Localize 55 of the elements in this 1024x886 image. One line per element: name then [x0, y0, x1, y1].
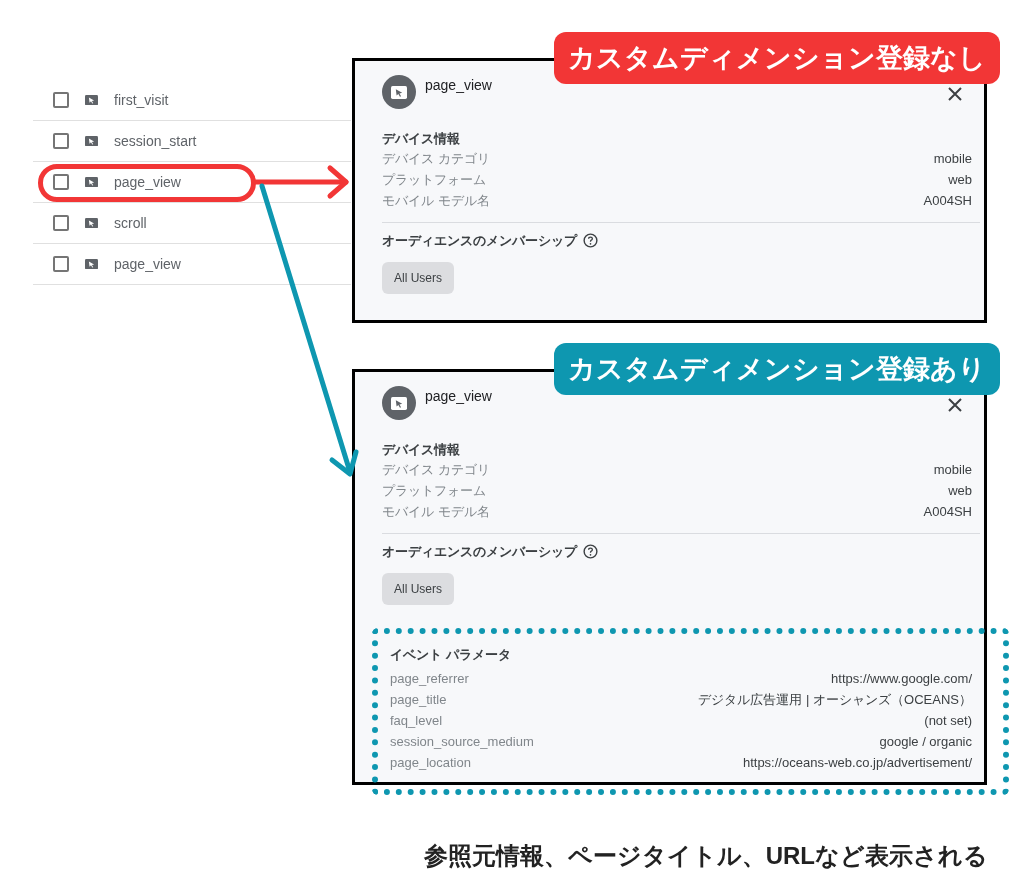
param-value: https://oceans-web.co.jp/advertisement/: [742, 754, 972, 773]
param-name: page_referrer: [390, 670, 469, 689]
cursor-icon: [85, 258, 98, 270]
param-value: (not set): [924, 712, 972, 731]
audience-chip: All Users: [382, 262, 454, 294]
cursor-icon: [85, 217, 98, 229]
panel-label: カスタムディメンション登録なし: [554, 32, 1000, 84]
cursor-icon: [85, 176, 98, 188]
cursor-icon: [85, 135, 98, 147]
section-heading: オーディエンスのメンバーシップ: [382, 231, 577, 250]
row-label: プラットフォーム: [382, 482, 486, 501]
row-value: mobile: [933, 150, 972, 169]
caption: 参照元情報、ページタイトル、URLなど表示される: [423, 841, 988, 871]
panel-title: page_view: [425, 76, 492, 95]
section-heading: デバイス情報: [382, 441, 461, 459]
event-name[interactable]: page_view: [114, 253, 181, 275]
close-icon[interactable]: [948, 87, 962, 101]
checkbox[interactable]: [53, 215, 69, 231]
param-name: page_title: [390, 691, 447, 710]
section-heading: デバイス情報: [382, 130, 461, 148]
help-icon[interactable]: [583, 543, 598, 559]
row-value: web: [948, 482, 972, 501]
checkbox[interactable]: [53, 174, 69, 190]
event-icon: [382, 386, 416, 420]
section-heading: オーディエンスのメンバーシップ: [382, 542, 577, 561]
param-value: https://www.google.com/: [831, 670, 972, 689]
row-value: mobile: [933, 461, 972, 480]
event-name[interactable]: first_visit: [114, 89, 169, 111]
row-label: デバイス カテゴリ: [382, 461, 490, 480]
cursor-icon: [85, 94, 98, 106]
section-heading: イベント パラメータ: [390, 646, 512, 664]
row-value: web: [948, 171, 972, 190]
panel-title: page_view: [425, 387, 492, 406]
checkbox[interactable]: [53, 92, 69, 108]
panel-label: カスタムディメンション登録あり: [554, 343, 1000, 395]
param-name: session_source_medium: [390, 733, 534, 752]
event-name[interactable]: page_view: [114, 171, 181, 193]
row-label: プラットフォーム: [382, 171, 486, 190]
event-name[interactable]: scroll: [114, 212, 147, 234]
event-name[interactable]: session_start: [114, 130, 197, 152]
param-name: page_location: [390, 754, 471, 773]
close-icon[interactable]: [948, 398, 962, 412]
row-label: モバイル モデル名: [382, 503, 490, 522]
row-label: モバイル モデル名: [382, 192, 490, 211]
row-value: A004SH: [923, 503, 972, 522]
event-icon: [382, 75, 416, 109]
row-label: デバイス カテゴリ: [382, 150, 490, 169]
help-icon[interactable]: [583, 232, 598, 248]
param-value: デジタル広告運用 | オーシャンズ（OCEANS）: [698, 691, 972, 710]
checkbox[interactable]: [53, 256, 69, 272]
checkbox[interactable]: [53, 133, 69, 149]
row-value: A004SH: [923, 192, 972, 211]
param-name: faq_level: [390, 712, 443, 731]
audience-chip: All Users: [382, 573, 454, 605]
param-value: google / organic: [879, 733, 972, 752]
